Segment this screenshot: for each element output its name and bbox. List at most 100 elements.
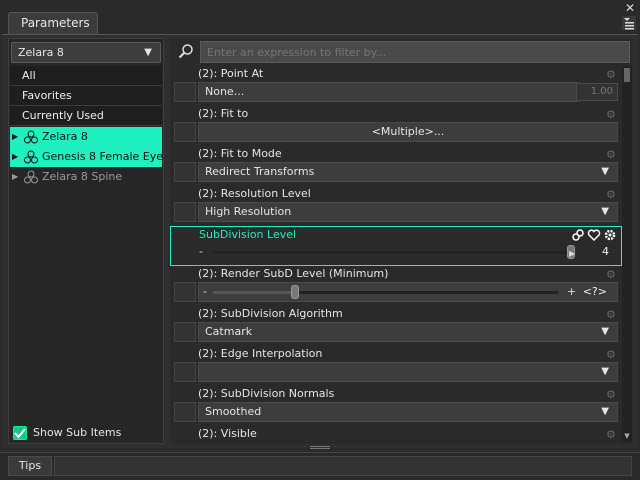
slider-track[interactable] — [213, 251, 575, 254]
param-lock-tab[interactable] — [174, 322, 196, 342]
fit-to-mode-dropdown[interactable]: Redirect Transforms ▼ — [198, 162, 618, 182]
group-item-currently-used[interactable]: Currently Used — [10, 106, 162, 126]
chevron-down-icon: ▼ — [601, 206, 609, 217]
param-label: (2): SubDivision Algorithm — [198, 307, 343, 320]
show-sub-items-checkbox[interactable] — [13, 426, 27, 440]
left-panel: Zelara 8 ▼ All Favorites Currently Used … — [8, 38, 164, 444]
param-label: (2): Point At — [198, 67, 264, 80]
render-subd-level-slider[interactable]: - + <?> — [198, 282, 618, 302]
param-subdivision-algorithm: (2): SubDivision Algorithm ⚙ Catmark ▼ — [170, 306, 622, 346]
param-lock-tab[interactable] — [174, 162, 196, 182]
scroll-down-arrow-icon[interactable]: ▼ — [623, 432, 631, 440]
parameters-window: Parameters ✕ Zelara 8 ▼ All Favorites Cu… — [0, 0, 640, 480]
tips-button[interactable]: Tips — [8, 456, 52, 476]
chevron-down-icon: ▼ — [601, 326, 609, 337]
chevron-down-icon: ▼ — [601, 406, 609, 417]
parameter-scrollbar[interactable]: ▼ — [622, 66, 632, 442]
dropdown-value: Catmark — [205, 325, 253, 338]
param-lock-tab[interactable] — [174, 202, 196, 222]
param-label: (2): Fit to Mode — [198, 147, 282, 160]
subdivision-algorithm-dropdown[interactable]: Catmark ▼ — [198, 322, 618, 342]
gear-icon[interactable]: ⚙ — [606, 148, 618, 161]
chevron-down-icon: ▼ — [144, 47, 152, 58]
filter-row — [170, 40, 632, 64]
tree-item-zelara-8-spine[interactable]: ▶ Zelara 8 Spine — [10, 167, 162, 187]
param-lock-tab[interactable] — [174, 82, 196, 102]
slider-minus[interactable]: - — [199, 243, 203, 261]
tree-item-label: Genesis 8 Female Eye... — [42, 150, 162, 163]
expand-arrow-icon[interactable]: ▶ — [12, 167, 18, 187]
node-select-value: Zelara 8 — [18, 46, 64, 59]
gear-icon[interactable]: ⚙ — [606, 68, 618, 81]
param-lock-tab[interactable] — [174, 122, 196, 142]
slider-value[interactable]: <?> — [583, 283, 607, 301]
gear-icon[interactable]: ⚙ — [606, 108, 618, 121]
group-list: All Favorites Currently Used — [10, 66, 162, 126]
gear-icon[interactable]: ⚙ — [606, 348, 618, 361]
pane-resize-grip[interactable] — [310, 446, 330, 449]
slider-minus[interactable]: - — [203, 283, 207, 301]
node-tree: ▶ Zelara 8 ▶ Genesis 8 Female Eye... ▶ Z… — [10, 127, 162, 187]
group-item-all[interactable]: All — [10, 66, 162, 86]
gear-icon[interactable]: ⚙ — [606, 308, 618, 321]
gear-icon[interactable]: ⚙ — [606, 268, 618, 281]
param-label: (2): Edge Interpolation — [198, 347, 323, 360]
show-sub-items-toggle[interactable]: Show Sub Items — [13, 425, 121, 441]
group-item-favorites[interactable]: Favorites — [10, 86, 162, 106]
param-render-subd-level: (2): Render SubD Level (Minimum) ⚙ - + <… — [170, 266, 622, 306]
param-lock-tab[interactable] — [174, 362, 196, 382]
parameter-list: (2): Point At ⚙ None... 1.00 (2): Fit to… — [170, 66, 622, 442]
pane-menu-icon[interactable] — [622, 16, 636, 30]
node-select-dropdown[interactable]: Zelara 8 ▼ — [11, 42, 161, 63]
fit-to-button[interactable]: <Multiple>... — [198, 122, 618, 142]
tree-item-genesis-8-female-eyelashes[interactable]: ▶ Genesis 8 Female Eye... — [10, 147, 162, 167]
param-lock-tab[interactable] — [174, 402, 196, 422]
slider-thumb[interactable] — [290, 285, 299, 299]
expand-arrow-icon[interactable]: ▶ — [12, 127, 18, 147]
link-icon[interactable] — [571, 228, 585, 242]
param-label: (2): Render SubD Level (Minimum) — [198, 267, 389, 280]
tab-parameters[interactable]: Parameters — [8, 12, 98, 34]
chevron-down-icon: ▼ — [601, 166, 609, 177]
gear-icon[interactable]: ⚙ — [606, 428, 618, 441]
point-at-value[interactable]: 1.00 — [576, 83, 618, 101]
param-edge-interpolation: (2): Edge Interpolation ⚙ ▼ — [170, 346, 622, 386]
param-label: (2): Fit to — [198, 107, 249, 120]
tab-bar: Parameters ✕ — [0, 0, 640, 34]
slider-plus[interactable]: + — [567, 283, 576, 301]
subdivision-normals-dropdown[interactable]: Smoothed ▼ — [198, 402, 618, 422]
param-lock-tab[interactable] — [174, 282, 196, 302]
tips-area — [54, 456, 632, 476]
param-subdivision-level: SubDivision Level - ▶ 4 — [170, 226, 622, 266]
param-label: (2): SubDivision Normals — [198, 387, 335, 400]
subdivision-level-slider[interactable]: - ▶ 4 — [199, 243, 619, 263]
check-icon — [14, 428, 26, 439]
param-subdivision-normals: (2): SubDivision Normals ⚙ Smoothed ▼ — [170, 386, 622, 426]
heart-icon[interactable] — [587, 228, 601, 242]
param-label: SubDivision Level — [199, 228, 297, 241]
expand-arrow-icon[interactable]: ▶ — [12, 147, 18, 167]
slider-fill — [213, 291, 293, 294]
gear-icon[interactable]: ⚙ — [606, 188, 618, 201]
figure-node-icon — [24, 170, 38, 184]
tree-item-zelara-8[interactable]: ▶ Zelara 8 — [10, 127, 162, 147]
gear-icon[interactable]: ⚙ — [606, 388, 618, 401]
tree-item-label: Zelara 8 Spine — [42, 170, 123, 183]
footer-bar: Tips — [0, 452, 640, 480]
close-icon[interactable]: ✕ — [624, 2, 636, 14]
show-sub-items-label: Show Sub Items — [33, 426, 122, 439]
filter-input[interactable] — [200, 41, 630, 63]
edge-interpolation-dropdown[interactable]: ▼ — [198, 362, 618, 382]
tree-item-label: Zelara 8 — [42, 130, 88, 143]
param-icons — [571, 228, 617, 242]
chevron-down-icon: ▼ — [601, 366, 609, 377]
resolution-level-dropdown[interactable]: High Resolution ▼ — [198, 202, 618, 222]
param-visible: (2): Visible ⚙ — [170, 426, 622, 442]
gear-icon[interactable] — [603, 228, 617, 242]
scrollbar-thumb[interactable] — [624, 68, 630, 82]
point-at-field[interactable]: None... — [198, 82, 578, 102]
slider-step-arrow-icon[interactable]: ▶ — [569, 245, 575, 263]
slider-value[interactable]: 4 — [602, 243, 609, 261]
search-icon[interactable] — [178, 43, 194, 59]
figure-node-icon — [24, 130, 38, 144]
